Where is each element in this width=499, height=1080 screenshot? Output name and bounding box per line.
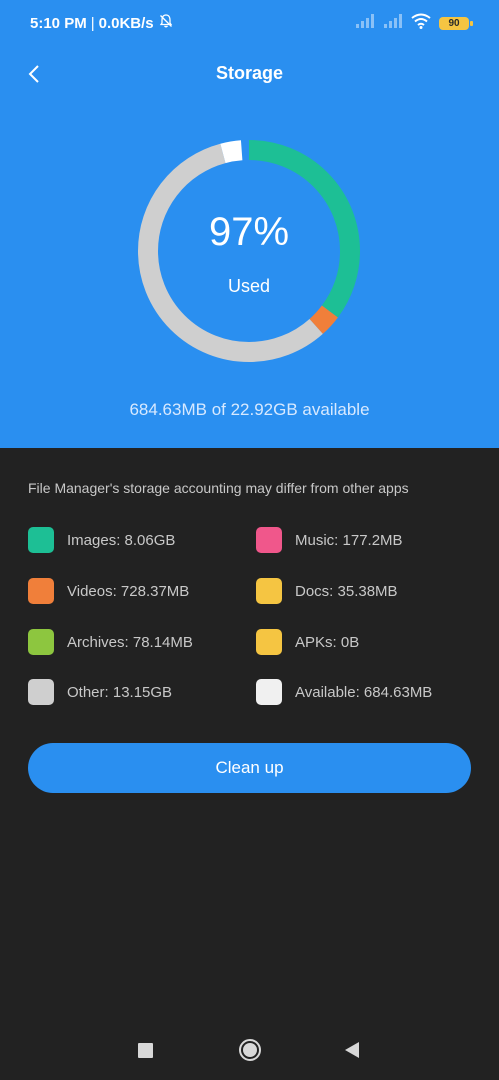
clean-up-button[interactable]: Clean up bbox=[28, 743, 471, 793]
legend-item-other: Other: 13.15GB bbox=[28, 679, 172, 705]
legend-swatch bbox=[28, 629, 54, 655]
signal-icon bbox=[383, 14, 403, 32]
legend-swatch bbox=[256, 629, 282, 655]
network-speed: 0.0KB/s bbox=[98, 14, 154, 32]
legend-label: Videos: 728.37MB bbox=[67, 582, 190, 600]
legend-item-docs: Docs: 35.38MB bbox=[256, 578, 398, 604]
legend-item-images: Images: 8.06GB bbox=[28, 527, 175, 553]
signal-icon bbox=[355, 14, 375, 32]
storage-note: File Manager's storage accounting may di… bbox=[28, 480, 409, 496]
legend-label: Available: 684.63MB bbox=[295, 683, 433, 701]
legend-item-available: Available: 684.63MB bbox=[256, 679, 432, 705]
legend-swatch bbox=[28, 578, 54, 604]
legend-label: Other: 13.15GB bbox=[67, 683, 173, 701]
legend-item-archives: Archives: 78.14MB bbox=[28, 629, 193, 655]
legend-label: Archives: 78.14MB bbox=[67, 633, 193, 651]
legend-item-videos: Videos: 728.37MB bbox=[28, 578, 189, 604]
status-bar: 5:10 PM | 0.0KB/s 90 bbox=[0, 0, 499, 44]
used-label: Used bbox=[227, 276, 271, 296]
legend-swatch bbox=[28, 527, 54, 553]
legend-item-apks: APKs: 0B bbox=[256, 629, 359, 655]
storage-ring-chart: 97% Used bbox=[130, 132, 368, 370]
legend-swatch bbox=[256, 679, 282, 705]
legend-item-music: Music: 177.2MB bbox=[256, 527, 403, 553]
status-separator: | bbox=[90, 14, 95, 32]
back-triangle-icon[interactable] bbox=[343, 1040, 361, 1060]
system-nav-bar bbox=[0, 1030, 499, 1070]
legend-label: APKs: 0B bbox=[295, 633, 360, 651]
recents-square-icon[interactable] bbox=[138, 1043, 153, 1058]
page-title: Storage bbox=[215, 63, 284, 83]
home-circle-icon[interactable] bbox=[238, 1038, 262, 1062]
bell-off-icon bbox=[158, 13, 174, 33]
legend-swatch bbox=[28, 679, 54, 705]
storage-header-panel: 5:10 PM | 0.0KB/s 90 Storage 97% Used 68… bbox=[0, 0, 499, 448]
legend-label: Images: 8.06GB bbox=[67, 531, 176, 549]
status-right: 90 bbox=[355, 13, 473, 33]
wifi-icon bbox=[411, 13, 431, 33]
used-percent: 97% bbox=[208, 210, 290, 254]
title-bar: Storage bbox=[0, 52, 499, 96]
status-time: 5:10 PM bbox=[30, 14, 87, 32]
legend-swatch bbox=[256, 578, 282, 604]
legend-label: Docs: 35.38MB bbox=[295, 582, 398, 600]
legend-swatch bbox=[256, 527, 282, 553]
status-left: 5:10 PM | 0.0KB/s bbox=[30, 13, 174, 33]
available-summary: 684.63MB of 22.92GB available bbox=[129, 400, 370, 419]
battery-icon: 90 bbox=[439, 16, 473, 30]
legend-label: Music: 177.2MB bbox=[295, 531, 403, 549]
